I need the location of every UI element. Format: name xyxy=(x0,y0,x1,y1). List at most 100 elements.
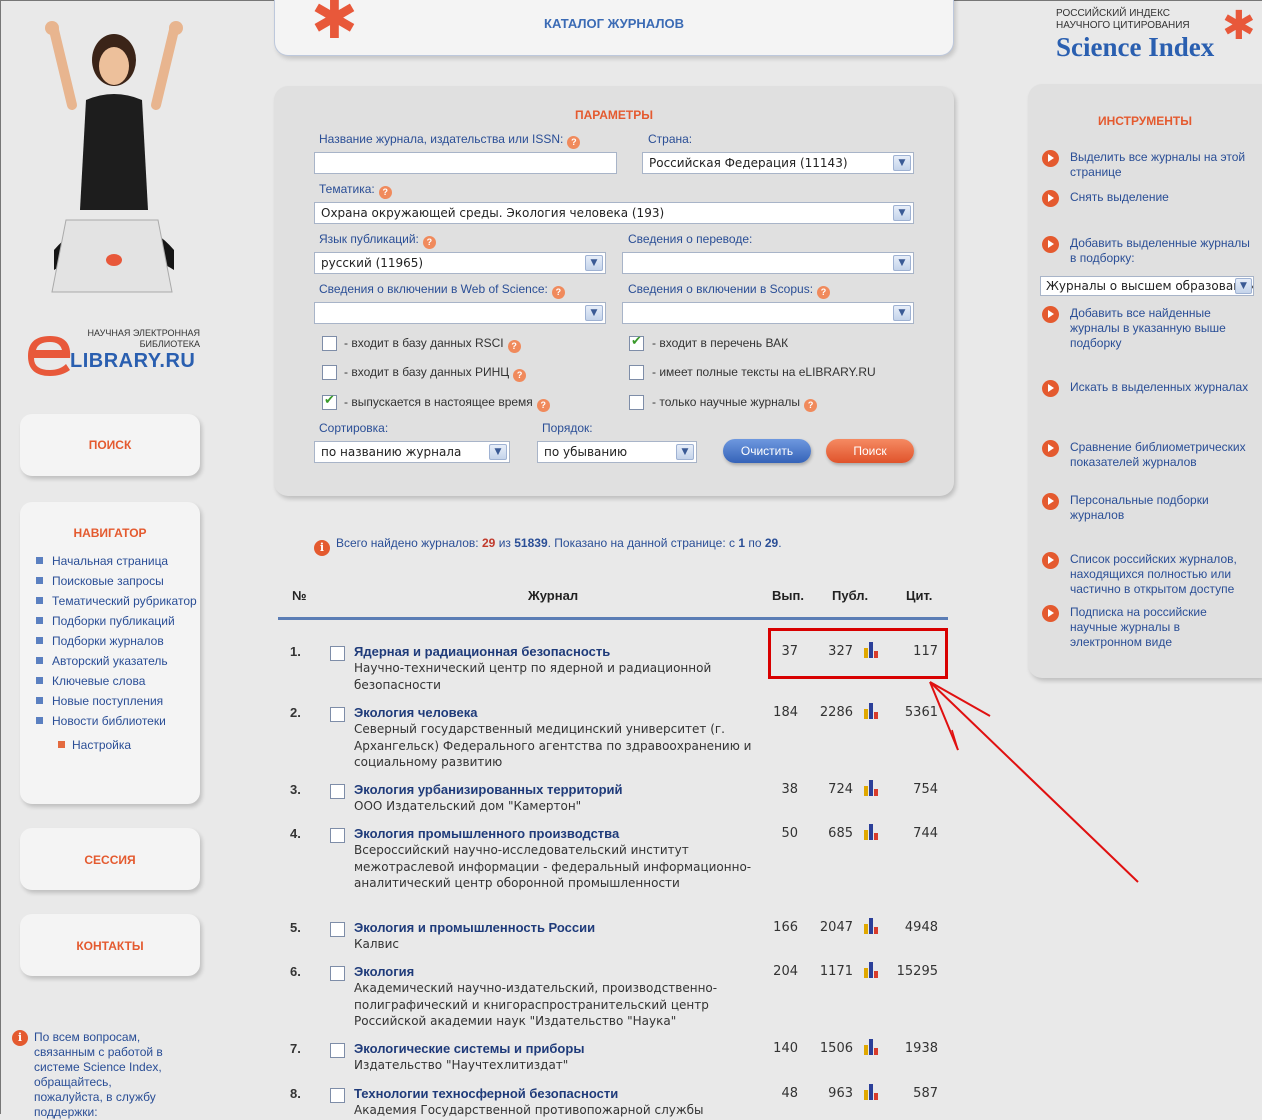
help-icon[interactable]: ? xyxy=(536,399,550,412)
row-checkbox[interactable] xyxy=(330,828,345,843)
help-icon[interactable]: ? xyxy=(817,286,831,299)
publications-count[interactable]: 1171 xyxy=(813,964,853,979)
row-checkbox[interactable] xyxy=(330,707,345,722)
bar-chart-icon[interactable] xyxy=(864,824,880,840)
tool-item[interactable]: Снять выделение xyxy=(1042,190,1254,207)
tool-item[interactable]: Сравнение библиометрических показателей … xyxy=(1042,440,1254,470)
session-box[interactable]: СЕССИЯ xyxy=(20,828,200,890)
clear-button[interactable]: Очистить xyxy=(723,439,811,463)
citations-count[interactable]: 587 xyxy=(888,1086,938,1101)
language-select[interactable]: русский (11965) ▼ xyxy=(314,252,606,274)
contacts-link[interactable]: КОНТАКТЫ xyxy=(20,914,200,953)
tool-item[interactable]: Подписка на российские научные журналы в… xyxy=(1042,605,1254,650)
navigator-item[interactable]: Новые поступления xyxy=(36,694,200,708)
sort-select[interactable]: по названию журнала ▼ xyxy=(314,441,510,463)
row-checkbox[interactable] xyxy=(330,966,345,981)
help-icon[interactable]: ? xyxy=(551,286,565,299)
journal-title-link[interactable]: Экология xyxy=(354,964,414,979)
bar-chart-icon[interactable] xyxy=(864,780,880,796)
topic-label: Тематика:? xyxy=(319,182,392,199)
search-link[interactable]: ПОИСК xyxy=(20,414,200,452)
translation-select[interactable]: ▼ xyxy=(622,252,914,274)
header-pubs[interactable]: Публ. xyxy=(832,588,868,603)
citations-count[interactable]: 15295 xyxy=(888,964,938,979)
bar-chart-icon[interactable] xyxy=(864,703,880,719)
navigator-item[interactable]: Ключевые слова xyxy=(36,674,200,688)
journal-title-link[interactable]: Экология и промышленность России xyxy=(354,920,595,935)
navigator-item[interactable]: Подборки публикаций xyxy=(36,614,200,628)
contacts-box[interactable]: КОНТАКТЫ xyxy=(20,914,200,976)
rsci-checkbox[interactable] xyxy=(322,336,337,351)
help-icon[interactable]: ? xyxy=(378,186,392,199)
publications-count[interactable]: 1506 xyxy=(813,1041,853,1056)
collection-select[interactable]: Журналы о высшем образовании ▼ xyxy=(1040,276,1254,296)
issues-count[interactable]: 184 xyxy=(768,705,798,720)
journal-title-link[interactable]: Экология урбанизированных территорий xyxy=(354,782,623,797)
issues-count[interactable]: 48 xyxy=(768,1086,798,1101)
row-checkbox[interactable] xyxy=(330,922,345,937)
fulltext-checkbox[interactable] xyxy=(629,365,644,380)
tool-item[interactable]: Персональные подборки журналов xyxy=(1042,493,1254,523)
search-button[interactable]: Поиск xyxy=(826,439,914,463)
help-icon[interactable]: ? xyxy=(422,236,436,249)
citations-count[interactable]: 1938 xyxy=(888,1041,938,1056)
order-select[interactable]: по убыванию ▼ xyxy=(537,441,697,463)
row-checkbox[interactable] xyxy=(330,1088,345,1103)
citations-count[interactable]: 4948 xyxy=(888,920,938,935)
session-link[interactable]: СЕССИЯ xyxy=(20,828,200,867)
publications-count[interactable]: 724 xyxy=(813,782,853,797)
header-journal[interactable]: Журнал xyxy=(528,588,578,603)
scopus-select[interactable]: ▼ xyxy=(622,302,914,324)
journal-title-link[interactable]: Ядерная и радиационная безопасность xyxy=(354,644,610,659)
search-box[interactable]: ПОИСК xyxy=(20,414,200,476)
journal-title-link[interactable]: Технологии техносферной безопасности xyxy=(354,1086,618,1101)
navigator-item[interactable]: Тематический рубрикатор xyxy=(36,594,200,608)
journal-title-link[interactable]: Экология человека xyxy=(354,705,477,720)
topic-select[interactable]: Охрана окружающей среды. Экология челове… xyxy=(314,202,914,224)
issues-count[interactable]: 204 xyxy=(768,964,798,979)
help-icon[interactable]: ? xyxy=(513,369,527,382)
publications-count[interactable]: 685 xyxy=(813,826,853,841)
row-checkbox[interactable] xyxy=(330,646,345,661)
header-issues[interactable]: Вып. xyxy=(772,588,804,603)
wos-select[interactable]: ▼ xyxy=(314,302,606,324)
publications-count[interactable]: 963 xyxy=(813,1086,853,1101)
navigator-item[interactable]: Поисковые запросы xyxy=(36,574,200,588)
current-checkbox[interactable] xyxy=(322,393,337,410)
tool-item[interactable]: Список российских журналов, находящихся … xyxy=(1042,552,1254,597)
help-icon[interactable]: ? xyxy=(567,136,581,149)
header-cites[interactable]: Цит. xyxy=(906,588,932,603)
issues-count[interactable]: 140 xyxy=(768,1041,798,1056)
journal-name-input[interactable] xyxy=(314,152,617,174)
navigator-item[interactable]: Новости библиотеки xyxy=(36,714,200,728)
help-icon[interactable]: ? xyxy=(507,340,521,353)
help-icon[interactable]: ? xyxy=(804,399,818,412)
journal-title-link[interactable]: Экология промышленного производства xyxy=(354,826,619,841)
row-checkbox[interactable] xyxy=(330,784,345,799)
settings-link[interactable]: Настройка xyxy=(58,738,200,752)
tool-item[interactable]: Искать в выделенных журналах xyxy=(1042,380,1254,397)
publications-count[interactable]: 2047 xyxy=(813,920,853,935)
issues-count[interactable]: 166 xyxy=(768,920,798,935)
rinc-checkbox[interactable] xyxy=(322,365,337,380)
navigator-item[interactable]: Начальная страница xyxy=(36,554,200,568)
bar-chart-icon[interactable] xyxy=(864,1084,880,1100)
bar-chart-icon[interactable] xyxy=(864,1039,880,1055)
tool-item[interactable]: Добавить выделенные журналы в подборку: xyxy=(1042,236,1254,266)
publications-count[interactable]: 2286 xyxy=(813,705,853,720)
country-select[interactable]: Российская Федерация (11143) ▼ xyxy=(642,152,914,174)
elibrary-logo[interactable]: НАУЧНАЯ ЭЛЕКТРОННАЯ БИБЛИОТЕКА LIBRARY.R… xyxy=(24,320,200,380)
tool-item[interactable]: Выделить все журналы на этой странице xyxy=(1042,150,1254,180)
vak-checkbox[interactable] xyxy=(629,334,644,351)
row-number: 4. xyxy=(290,826,301,841)
row-checkbox[interactable] xyxy=(330,1043,345,1058)
scientific-only-checkbox[interactable] xyxy=(629,395,644,410)
journal-title-link[interactable]: Экологические системы и приборы xyxy=(354,1041,584,1056)
bar-chart-icon[interactable] xyxy=(864,918,880,934)
tool-item[interactable]: Добавить все найденные журналы в указанн… xyxy=(1042,306,1254,351)
issues-count[interactable]: 50 xyxy=(768,826,798,841)
issues-count[interactable]: 38 xyxy=(768,782,798,797)
navigator-item[interactable]: Подборки журналов xyxy=(36,634,200,648)
navigator-item[interactable]: Авторский указатель xyxy=(36,654,200,668)
bar-chart-icon[interactable] xyxy=(864,962,880,978)
